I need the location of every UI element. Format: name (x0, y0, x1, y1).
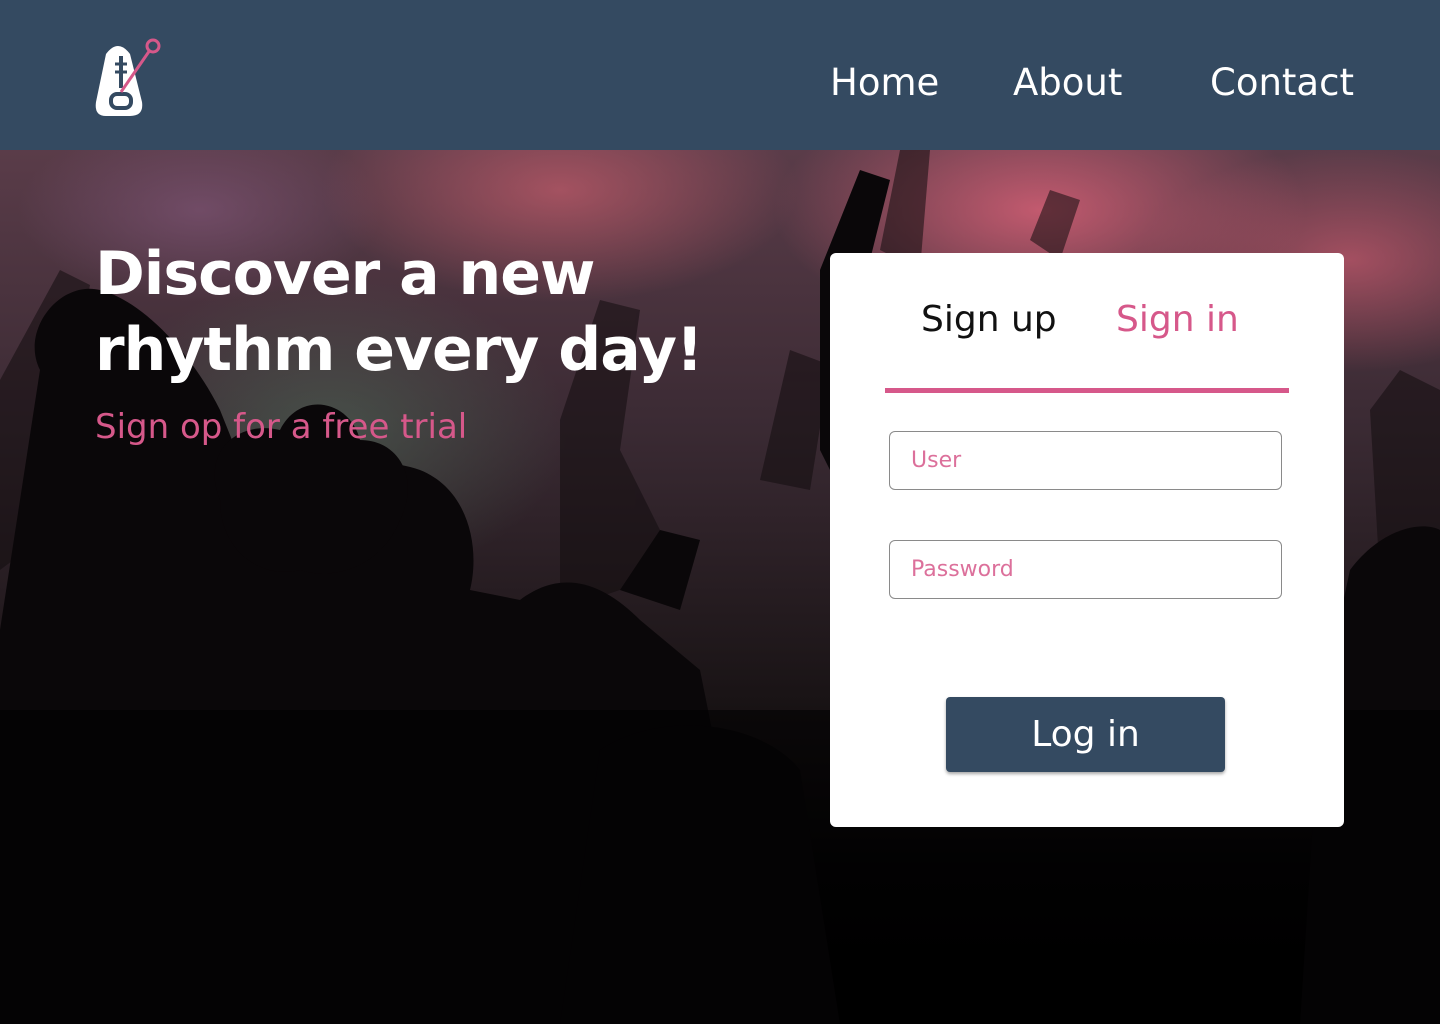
active-tab-indicator (885, 388, 1289, 393)
nav-about-link[interactable]: About (1013, 58, 1122, 108)
login-button[interactable]: Log in (946, 697, 1225, 772)
user-input[interactable] (889, 431, 1282, 490)
top-navbar: Home About Contact (0, 0, 1440, 150)
nav-home-link[interactable]: Home (830, 58, 939, 108)
hero-headline: Discover a new rhythm every day! (95, 239, 703, 385)
metronome-icon[interactable] (92, 34, 168, 120)
tab-sign-in[interactable]: Sign in (1116, 294, 1239, 346)
free-trial-link[interactable]: Sign op for a free trial (95, 404, 467, 450)
password-input[interactable] (889, 540, 1282, 599)
nav-contact-link[interactable]: Contact (1210, 58, 1354, 108)
tab-sign-up[interactable]: Sign up (921, 294, 1057, 346)
